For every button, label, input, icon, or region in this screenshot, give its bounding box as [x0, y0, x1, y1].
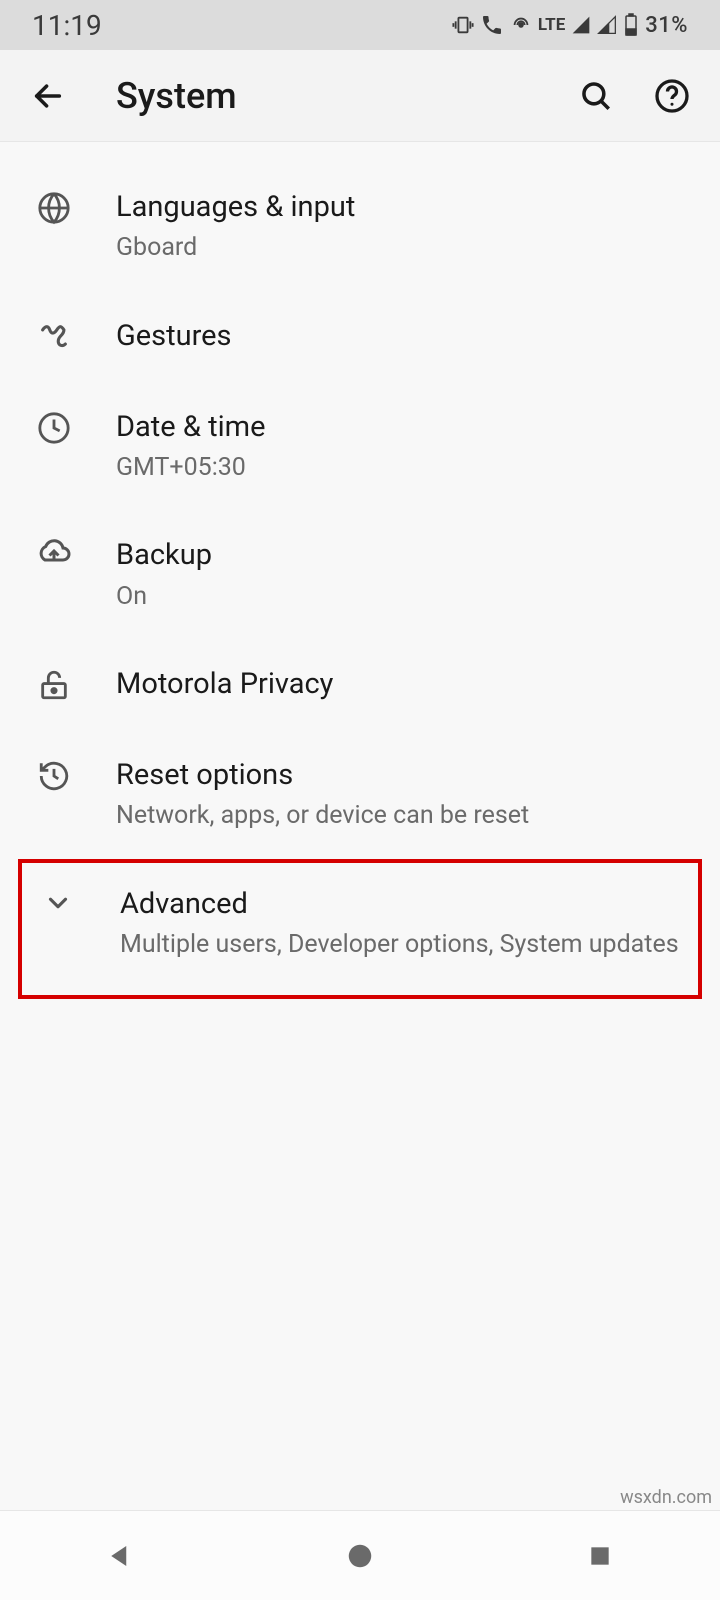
vibrate-icon — [452, 14, 474, 36]
signal-icon-2 — [597, 15, 617, 35]
globe-icon — [28, 188, 80, 225]
item-subtitle: Network, apps, or device can be reset — [116, 800, 692, 833]
list-item-privacy[interactable]: Motorola Privacy — [0, 639, 720, 730]
chevron-down-icon — [32, 885, 84, 918]
page-title: System — [116, 75, 576, 117]
watermark: wsxdn.com — [620, 1487, 712, 1508]
list-item-date-time[interactable]: Date & time GMT+05:30 — [0, 382, 720, 511]
list-item-gestures[interactable]: Gestures — [0, 291, 720, 382]
item-title: Backup — [116, 536, 692, 575]
item-subtitle: Multiple users, Developer options, Syste… — [120, 929, 688, 962]
status-bar: 11:19 LTE 31% — [0, 0, 720, 50]
item-title: Gestures — [116, 317, 692, 356]
cloud-upload-icon — [28, 536, 80, 569]
lte-label: LTE — [538, 15, 565, 35]
signal-icon-1 — [571, 15, 591, 35]
nav-back-button[interactable] — [70, 1526, 170, 1586]
status-time: 11:19 — [32, 9, 102, 42]
nav-home-button[interactable] — [310, 1526, 410, 1586]
navigation-bar — [0, 1510, 720, 1600]
item-subtitle: Gboard — [116, 232, 692, 265]
battery-percent: 31% — [645, 13, 688, 38]
back-button[interactable] — [28, 76, 68, 116]
item-title: Reset options — [116, 756, 692, 795]
item-subtitle: GMT+05:30 — [116, 452, 692, 485]
app-bar: System — [0, 50, 720, 142]
settings-list: Languages & input Gboard Gestures Date &… — [0, 142, 720, 999]
list-item-advanced[interactable]: Advanced Multiple users, Developer optio… — [18, 859, 702, 1000]
list-item-backup[interactable]: Backup On — [0, 510, 720, 639]
volte-icon — [480, 13, 504, 37]
restore-icon — [28, 756, 80, 793]
list-item-languages[interactable]: Languages & input Gboard — [0, 162, 720, 291]
battery-icon — [623, 13, 639, 37]
item-subtitle: On — [116, 581, 692, 614]
clock-icon — [28, 408, 80, 445]
search-button[interactable] — [576, 76, 616, 116]
item-title: Advanced — [120, 885, 688, 924]
status-icons-right: LTE 31% — [452, 13, 688, 38]
help-button[interactable] — [652, 76, 692, 116]
item-title: Motorola Privacy — [116, 665, 692, 704]
unlock-icon — [28, 665, 80, 702]
item-title: Languages & input — [116, 188, 692, 227]
item-title: Date & time — [116, 408, 692, 447]
nav-recents-button[interactable] — [550, 1526, 650, 1586]
gesture-icon — [28, 317, 80, 354]
hotspot-icon — [510, 14, 532, 36]
list-item-reset[interactable]: Reset options Network, apps, or device c… — [0, 730, 720, 859]
